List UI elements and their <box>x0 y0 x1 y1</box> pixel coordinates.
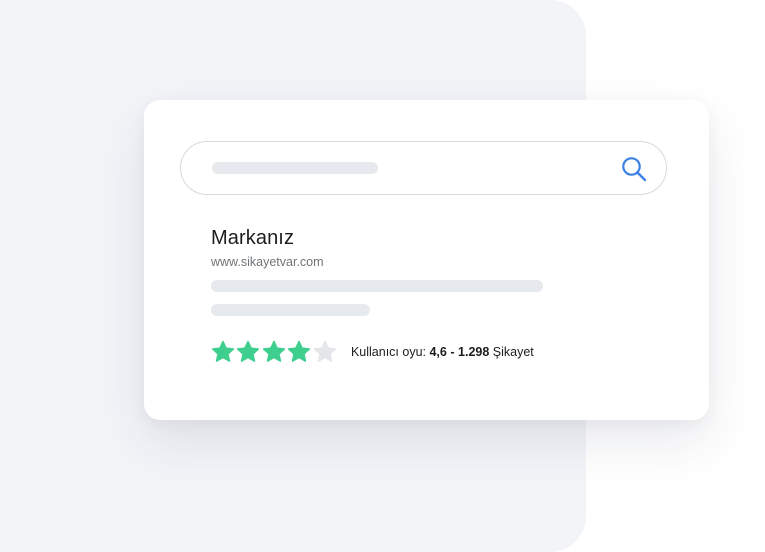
star-filled-icon <box>211 340 235 362</box>
user-rating: Kullanıcı oyu: 4,6 - 1.298 Şikayet <box>211 340 534 364</box>
rating-text: Kullanıcı oyu: 4,6 - 1.298 Şikayet <box>351 340 534 364</box>
star-filled-icon <box>237 340 260 362</box>
star-filled-icon <box>262 340 285 362</box>
rating-label: Kullanıcı oyu: <box>350 345 426 359</box>
search-result-card: Markanız www.sikayetvar.com Kullanıcı oy… <box>144 100 709 420</box>
rating-score: 4,6 <box>429 345 447 359</box>
description-placeholder-line <box>211 280 543 292</box>
rating-separator: - <box>450 345 455 359</box>
search-icon[interactable] <box>620 155 648 183</box>
rating-count: 1.298 <box>458 345 490 359</box>
result-title[interactable]: Markanız <box>211 226 631 250</box>
search-result: Markanız www.sikayetvar.com Kullanıcı oy… <box>211 226 631 362</box>
description-placeholder-line <box>211 304 370 316</box>
rating-stars <box>211 340 338 364</box>
search-bar[interactable] <box>180 141 667 195</box>
search-query-placeholder <box>212 162 378 174</box>
rating-count-label: Şikayet <box>492 345 534 359</box>
star-empty-icon <box>313 340 336 362</box>
star-filled-icon <box>288 340 311 362</box>
result-url[interactable]: www.sikayetvar.com <box>211 254 631 270</box>
